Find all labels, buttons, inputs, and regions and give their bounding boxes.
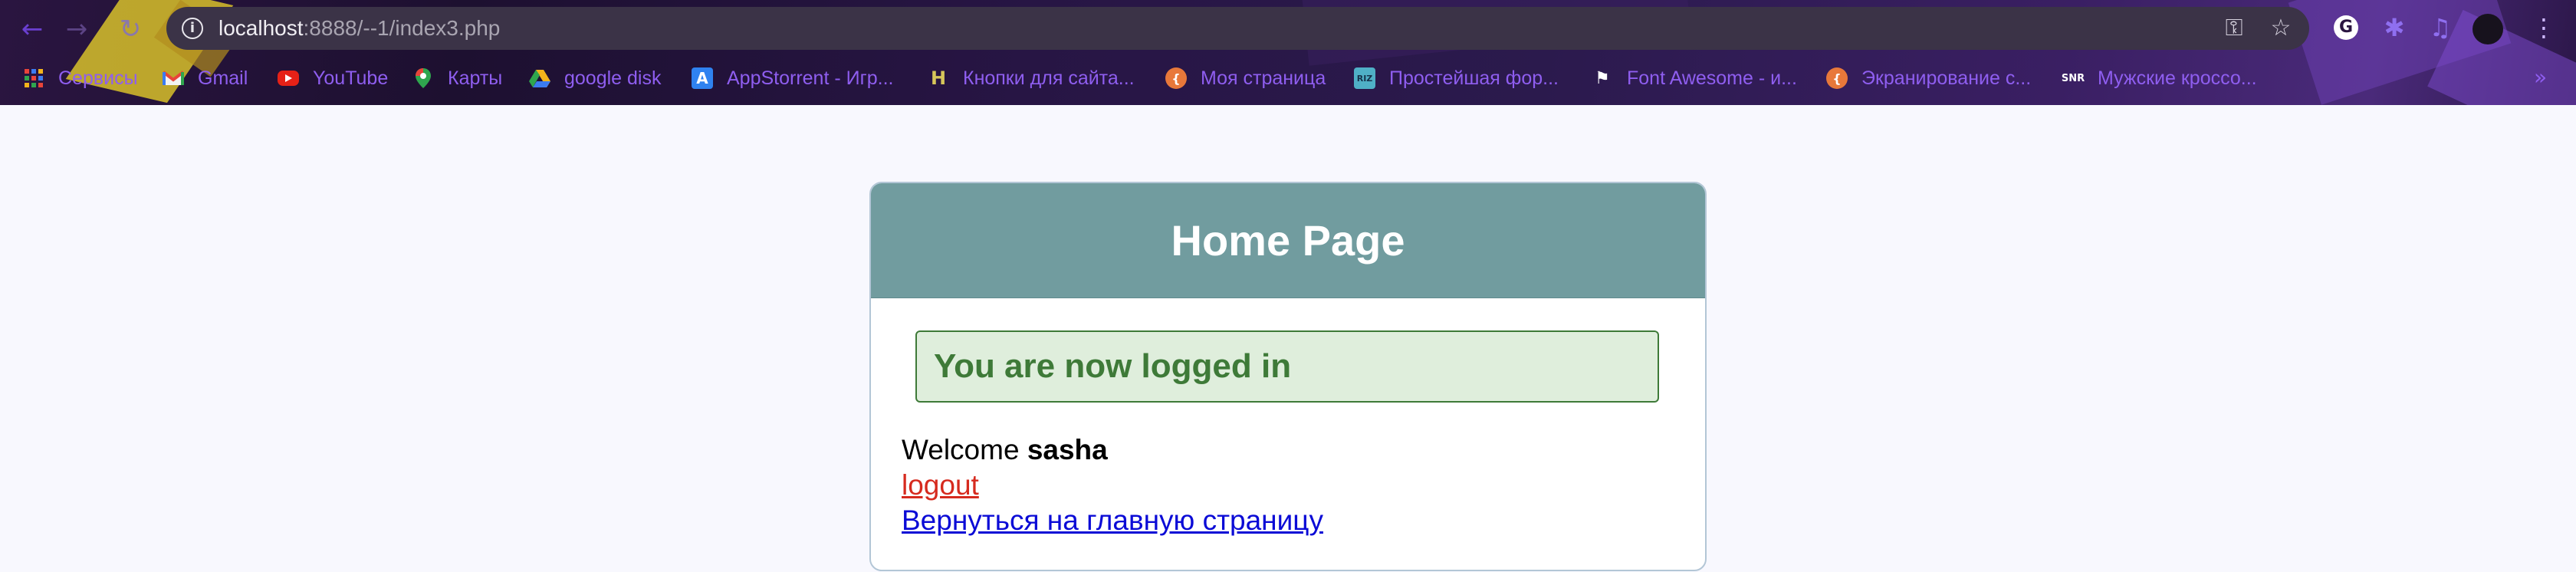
riz-icon: RIZ: [1354, 67, 1375, 89]
gmail-icon: [163, 67, 184, 89]
bookmark-label: Сервисы: [58, 67, 138, 89]
bookmark-google-disk[interactable]: google disk: [529, 60, 661, 97]
bookmark-label: Простейшая фор...: [1389, 67, 1559, 89]
bookmark-label: google disk: [564, 67, 662, 89]
h-logo-icon: H: [930, 67, 947, 89]
profile-avatar[interactable]: [2472, 14, 2503, 44]
url-host: localhost: [219, 16, 304, 40]
bookmark-label: Экранирование с...: [1861, 67, 2032, 89]
extensions-button[interactable]: ✱: [2377, 11, 2411, 44]
youtube-icon: [278, 71, 299, 86]
orange-hex-icon: {: [1826, 67, 1848, 89]
success-alert: You are now logged in: [915, 330, 1659, 403]
music-queue-icon: ♫: [2429, 13, 2452, 42]
bookmark-gmail[interactable]: Gmail: [163, 60, 248, 97]
bookmarks-bar: Сервисы Gmail YouTube Карты google disk: [0, 60, 2576, 97]
bookmark-knopki[interactable]: H Кнопки для сайта...: [928, 60, 1135, 97]
appstore-icon: A: [692, 67, 713, 89]
url-path: :8888/--1/index3.php: [303, 16, 501, 40]
flag-icon: ⚑: [1595, 68, 1610, 88]
bookmark-escaping[interactable]: { Экранирование с...: [1826, 60, 2031, 97]
bookmark-services[interactable]: Сервисы: [23, 60, 138, 97]
kebab-menu-icon[interactable]: ⋮: [2527, 11, 2561, 44]
page-title: Home Page: [1171, 216, 1405, 265]
bookmark-label: YouTube: [313, 67, 389, 89]
browser-chrome: ← → ↻ i localhost:8888/--1/index3.php ⚿ …: [0, 0, 2576, 105]
bookmark-label: Font Awesome - и...: [1627, 67, 1797, 89]
bookmark-label: Карты: [448, 67, 503, 89]
welcome-prefix: Welcome: [902, 434, 1027, 465]
media-button[interactable]: ♫: [2423, 11, 2457, 44]
welcome-text: Welcome sasha: [902, 434, 1108, 466]
bookmark-my-page[interactable]: { Моя страница: [1165, 60, 1326, 97]
extension-g-icon: G: [2334, 15, 2358, 40]
bookmark-simple-form[interactable]: RIZ Простейшая фор...: [1354, 60, 1559, 97]
snr-logo-icon: SNR: [2061, 72, 2085, 84]
bookmark-maps[interactable]: Карты: [412, 60, 502, 97]
arrow-right-icon: →: [65, 14, 88, 44]
bookmark-youtube[interactable]: YouTube: [278, 60, 388, 97]
arrow-left-icon: ←: [21, 14, 44, 44]
bookmark-label: Gmail: [198, 67, 248, 89]
info-icon[interactable]: i: [182, 18, 203, 39]
bookmark-font-awesome[interactable]: ⚑ Font Awesome - и...: [1592, 60, 1797, 97]
address-bar[interactable]: i localhost:8888/--1/index3.php ⚿ ☆: [166, 7, 2309, 50]
google-drive-icon: [529, 67, 550, 89]
reload-button[interactable]: ↻: [113, 12, 147, 46]
puzzle-icon: ✱: [2384, 13, 2405, 42]
bookmark-appstorrent[interactable]: A AppStorrent - Игр...: [692, 60, 893, 97]
key-icon[interactable]: ⚿: [2219, 13, 2249, 44]
orange-hex-icon: {: [1165, 67, 1187, 89]
apps-grid-icon: [23, 67, 44, 89]
bookmark-label: Кнопки для сайта...: [963, 67, 1135, 89]
star-icon[interactable]: ☆: [2266, 13, 2296, 44]
bookmark-label: Моя страница: [1201, 67, 1326, 89]
extension-g-button[interactable]: G: [2329, 11, 2363, 44]
forward-button[interactable]: →: [60, 12, 94, 46]
bookmark-label: Мужские кроссо...: [2098, 67, 2257, 89]
back-button[interactable]: ←: [15, 12, 49, 46]
bookmark-label: AppStorrent - Игр...: [727, 67, 894, 89]
username: sasha: [1027, 434, 1108, 465]
home-card: Home Page You are now logged in Welcome …: [869, 182, 1707, 571]
back-to-home-link[interactable]: Вернуться на главную страницу: [902, 505, 1323, 537]
bookmarks-overflow-button[interactable]: »: [2534, 64, 2547, 90]
success-message: You are now logged in: [934, 347, 1292, 385]
logout-link[interactable]: logout: [902, 469, 979, 501]
bookmark-sneakers[interactable]: SNR Мужские кроссо...: [2062, 60, 2257, 97]
card-header: Home Page: [871, 183, 1705, 298]
url-text[interactable]: localhost:8888/--1/index3.php: [219, 16, 500, 41]
reload-icon: ↻: [119, 14, 142, 44]
maps-pin-icon: [412, 67, 434, 89]
